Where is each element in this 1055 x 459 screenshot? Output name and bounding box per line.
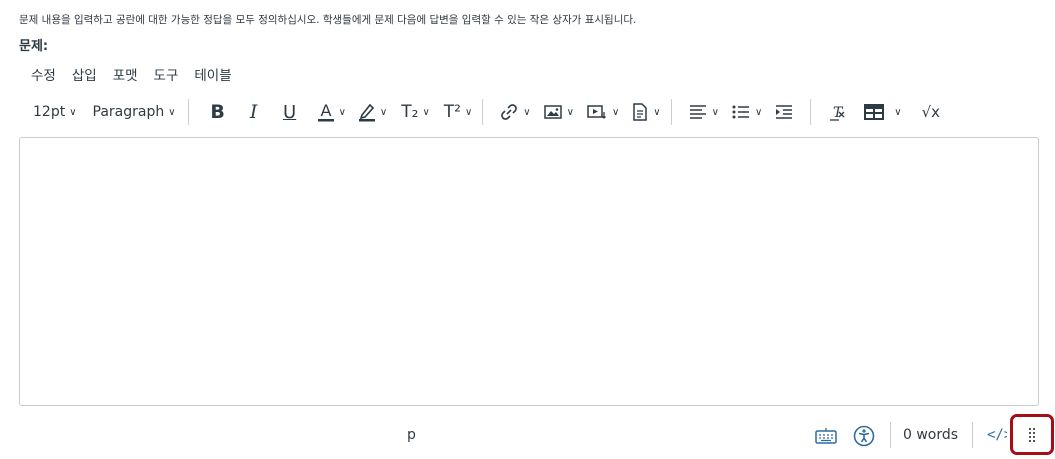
block-format-value: Paragraph: [92, 104, 165, 120]
subscript-button[interactable]: T₂ ∨: [401, 97, 430, 127]
text-color-button[interactable]: A ∨: [317, 97, 346, 127]
resize-handle[interactable]: [1010, 414, 1054, 455]
underline-button[interactable]: U: [279, 97, 301, 127]
toolbar-divider: [482, 99, 484, 125]
italic-icon: I: [249, 101, 258, 123]
indent-button[interactable]: [774, 97, 794, 127]
table-button[interactable]: ∨: [863, 97, 902, 127]
editor-toolbar: 12pt ∨ Paragraph ∨ B I U A ∨ ∨ T₂ ∨ T² ∨: [19, 96, 1039, 128]
toolbar-divider: [810, 99, 812, 125]
bold-icon: B: [210, 101, 225, 123]
accessibility-checker-button[interactable]: [852, 424, 876, 448]
instructions-text: 문제 내용을 입력하고 공란에 대한 가능한 정답을 모두 정의하십시오. 학생…: [19, 14, 637, 26]
chevron-down-icon: ∨: [611, 106, 620, 118]
chevron-down-icon: ∨: [379, 106, 388, 118]
math-icon: √x: [921, 103, 941, 121]
keyboard-icon: [815, 428, 837, 444]
math-equation-button[interactable]: √x: [922, 97, 940, 127]
toolbar-divider: [670, 99, 672, 125]
accessibility-icon: [853, 425, 875, 447]
chevron-down-icon: ∨: [653, 106, 661, 118]
editor-statusbar: p 0 words </>: [19, 414, 1054, 458]
highlighter-icon: [358, 103, 375, 122]
font-size-value: 12pt: [33, 104, 66, 120]
chevron-down-icon: ∨: [168, 106, 176, 118]
font-size-dropdown[interactable]: 12pt ∨: [33, 97, 77, 127]
image-button[interactable]: ∨: [543, 97, 574, 127]
question-label: 문제:: [19, 39, 49, 54]
html-editor-toggle[interactable]: </>: [987, 427, 1007, 443]
keyboard-shortcuts-button[interactable]: [814, 424, 838, 448]
chevron-down-icon: ∨: [338, 106, 346, 118]
subscript-icon: T₂: [401, 102, 419, 122]
align-button[interactable]: ∨: [688, 97, 719, 127]
chevron-down-icon: ∨: [69, 106, 77, 118]
menu-insert[interactable]: 삽입: [72, 64, 97, 84]
media-button[interactable]: ∨: [586, 97, 619, 127]
chevron-down-icon: ∨: [566, 106, 574, 118]
statusbar-divider: [972, 422, 973, 448]
menu-table[interactable]: 테이블: [194, 64, 231, 84]
drag-handle-icon: [1029, 427, 1035, 442]
statusbar-divider: [890, 422, 891, 448]
superscript-icon: T²: [443, 102, 461, 122]
document-icon: [633, 103, 648, 121]
bullet-list-icon: [732, 105, 749, 119]
document-button[interactable]: ∨: [631, 97, 661, 127]
link-icon: [501, 104, 518, 120]
media-icon: [587, 105, 606, 119]
svg-text:A: A: [320, 101, 331, 120]
image-icon: [543, 105, 562, 119]
chevron-down-icon: ∨: [464, 106, 473, 118]
chevron-down-icon: ∨: [711, 106, 719, 118]
menu-format[interactable]: 포맷: [113, 64, 138, 84]
clear-formatting-button[interactable]: T: [827, 97, 847, 127]
align-left-icon: [689, 105, 706, 119]
table-icon: [864, 104, 885, 120]
highlight-color-button[interactable]: ∨: [358, 97, 387, 127]
editor-menubar: 수정 삽입 포맷 도구 테이블: [31, 64, 232, 84]
element-path[interactable]: p: [407, 427, 416, 443]
chevron-down-icon: ∨: [523, 106, 531, 118]
rich-content-editor-area[interactable]: [19, 137, 1039, 406]
chevron-down-icon: ∨: [754, 106, 763, 118]
superscript-button[interactable]: T² ∨: [444, 97, 473, 127]
bold-button[interactable]: B: [207, 97, 229, 127]
toolbar-divider: [187, 99, 189, 125]
block-format-dropdown[interactable]: Paragraph ∨: [93, 97, 176, 127]
word-count[interactable]: 0 words: [903, 427, 958, 443]
clear-formatting-icon: T: [830, 105, 845, 121]
text-color-icon: A: [317, 101, 334, 122]
underline-icon: U: [282, 101, 297, 123]
indent-icon: [776, 105, 793, 119]
link-button[interactable]: ∨: [499, 97, 531, 127]
menu-tools[interactable]: 도구: [154, 64, 179, 84]
list-button[interactable]: ∨: [731, 97, 762, 127]
menu-edit[interactable]: 수정: [31, 64, 56, 84]
chevron-down-icon: ∨: [422, 106, 430, 118]
chevron-down-icon: ∨: [894, 106, 902, 118]
italic-button[interactable]: I: [243, 97, 265, 127]
